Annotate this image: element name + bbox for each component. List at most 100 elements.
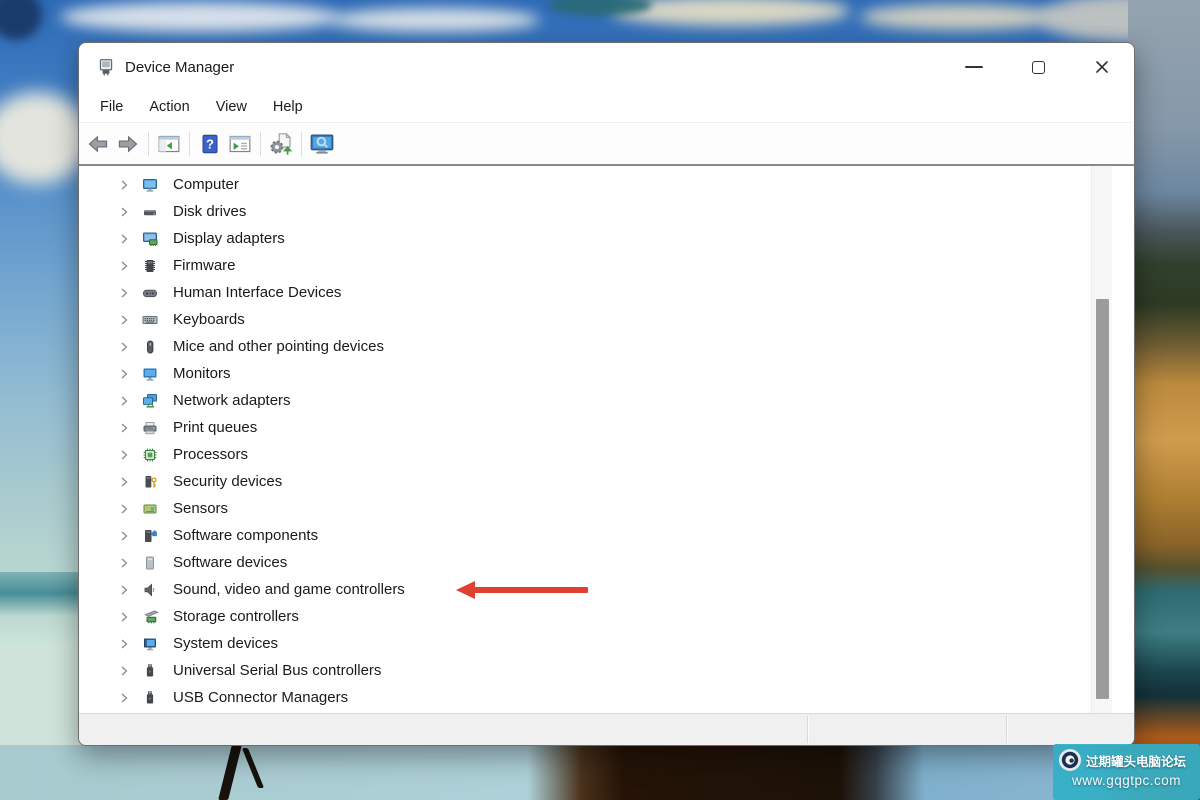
- tree-item-mice-and-other-pointing-devices[interactable]: Mice and other pointing devices: [79, 333, 1134, 360]
- sky-dark-patch: [0, 0, 42, 40]
- tree-item-label: Human Interface Devices: [173, 284, 342, 301]
- tree-item-display-adapters[interactable]: Display adapters: [79, 225, 1134, 252]
- expand-chevron-icon[interactable]: [117, 421, 131, 435]
- tree-item-software-devices[interactable]: Software devices: [79, 549, 1134, 576]
- tree-item-label: System devices: [173, 635, 279, 652]
- toolbar-scan-for-hardware-changes-button[interactable]: [266, 128, 296, 160]
- expand-chevron-icon[interactable]: [117, 610, 131, 624]
- cloud: [330, 8, 540, 32]
- close-icon: [1096, 61, 1108, 73]
- menu-bar: File Action View Help: [79, 91, 1134, 123]
- tree-item-label: USB Connector Managers: [173, 689, 349, 706]
- cloud: [860, 4, 1060, 30]
- expand-chevron-icon[interactable]: [117, 448, 131, 462]
- scan-for-hardware-changes-icon: [270, 132, 293, 155]
- device-manager-app-icon: [99, 59, 113, 76]
- tree-item-security-devices[interactable]: Security devices: [79, 468, 1134, 495]
- expand-chevron-icon[interactable]: [117, 664, 131, 678]
- window-title: Device Manager: [125, 58, 235, 76]
- maximize-button[interactable]: [1006, 43, 1070, 91]
- expand-chevron-icon[interactable]: [117, 232, 131, 246]
- processor-icon: [143, 448, 157, 461]
- watermark-title: 过期罐头电脑论坛: [1086, 754, 1187, 769]
- annotation-arrow-head: [456, 580, 475, 599]
- close-button[interactable]: [1070, 43, 1134, 91]
- expand-chevron-icon[interactable]: [117, 205, 131, 219]
- expand-chevron-icon[interactable]: [117, 340, 131, 354]
- device-manager-window: Device Manager File Action View Help ? Comp…: [78, 42, 1135, 746]
- tree-item-human-interface-devices[interactable]: Human Interface Devices: [79, 279, 1134, 306]
- expand-chevron-icon[interactable]: [117, 367, 131, 381]
- status-bar: [79, 713, 1134, 745]
- scrollbar-thumb[interactable]: [1096, 299, 1109, 699]
- status-bar-divider: [807, 716, 808, 743]
- forward-icon: [118, 135, 138, 152]
- expand-chevron-icon[interactable]: [117, 502, 131, 516]
- tree-item-universal-serial-bus-controllers[interactable]: Universal Serial Bus controllers: [79, 657, 1134, 684]
- toolbar-back-button[interactable]: [83, 128, 113, 160]
- minimize-icon: [965, 66, 983, 68]
- tree-item-software-components[interactable]: Software components: [79, 522, 1134, 549]
- tree-item-network-adapters[interactable]: Network adapters: [79, 387, 1134, 414]
- cliff: [1128, 0, 1200, 800]
- menu-item-view[interactable]: View: [203, 94, 260, 120]
- expand-chevron-icon[interactable]: [117, 529, 131, 543]
- tree-item-sensors[interactable]: Sensors: [79, 495, 1134, 522]
- tree-item-disk-drives[interactable]: Disk drives: [79, 198, 1134, 225]
- tree-item-print-queues[interactable]: Print queues: [79, 414, 1134, 441]
- tree-item-processors[interactable]: Processors: [79, 441, 1134, 468]
- tree-item-storage-controllers[interactable]: Storage controllers: [79, 603, 1134, 630]
- show-action-pane-icon: [229, 135, 251, 152]
- tree-item-label: Firmware: [173, 257, 236, 274]
- security-icon: [145, 475, 157, 487]
- toolbar-forward-button[interactable]: [113, 128, 143, 160]
- tree-item-keyboards[interactable]: Keyboards: [79, 306, 1134, 333]
- title-bar[interactable]: Device Manager: [79, 43, 1134, 91]
- toolbar-help-button[interactable]: ?: [195, 128, 225, 160]
- tree-item-system-devices[interactable]: System devices: [79, 630, 1134, 657]
- expand-chevron-icon[interactable]: [117, 394, 131, 408]
- tree-item-label: Computer: [173, 176, 239, 193]
- sensor-icon: [143, 504, 157, 513]
- tree-item-label: Universal Serial Bus controllers: [173, 662, 382, 679]
- toolbar-separator: [189, 131, 190, 156]
- expand-chevron-icon[interactable]: [117, 475, 131, 489]
- toolbar-separator: [301, 131, 302, 156]
- watermark: 过期罐头电脑论坛 www.gqgtpc.com: [1053, 744, 1200, 800]
- toolbar-show-action-pane-button[interactable]: [225, 128, 255, 160]
- minimize-button[interactable]: [942, 43, 1006, 91]
- tree-item-label: Print queues: [173, 419, 258, 436]
- tree-item-computer[interactable]: Computer: [79, 171, 1134, 198]
- expand-chevron-icon[interactable]: [117, 583, 131, 597]
- expand-chevron-icon[interactable]: [117, 556, 131, 570]
- tree-item-monitors[interactable]: Monitors: [79, 360, 1134, 387]
- tree-item-usb-connector-managers[interactable]: USB Connector Managers: [79, 684, 1134, 711]
- toolbar-show-hide-console-tree-button[interactable]: [154, 128, 184, 160]
- expand-chevron-icon[interactable]: [117, 178, 131, 192]
- help-icon: ?: [202, 134, 218, 153]
- toolbar-search-computer-button[interactable]: [307, 128, 337, 160]
- vertical-scrollbar[interactable]: [1091, 166, 1112, 713]
- tree-item-sound-video-and-game-controllers[interactable]: Sound, video and game controllers: [79, 576, 1134, 603]
- expand-chevron-icon[interactable]: [117, 286, 131, 300]
- show-hide-console-tree-icon: [158, 135, 180, 152]
- menu-item-help[interactable]: Help: [260, 94, 316, 120]
- expand-chevron-icon[interactable]: [117, 313, 131, 327]
- tree-item-label: Sound, video and game controllers: [173, 581, 405, 598]
- menu-item-action[interactable]: Action: [136, 94, 202, 120]
- device-tree-panel[interactable]: Computer Disk drives Display adapters Firmw…: [79, 164, 1134, 713]
- tree-item-label: Processors: [173, 446, 249, 463]
- cloud: [60, 2, 340, 32]
- tree-item-label: Mice and other pointing devices: [173, 338, 384, 355]
- storage-icon: [144, 609, 159, 623]
- computer-icon: [143, 178, 157, 192]
- expand-chevron-icon[interactable]: [117, 691, 131, 705]
- toolbar-separator: [260, 131, 261, 156]
- menu-item-file[interactable]: File: [87, 94, 136, 120]
- tree-item-firmware[interactable]: Firmware: [79, 252, 1134, 279]
- shoreline: [0, 745, 1200, 800]
- expand-chevron-icon[interactable]: [117, 637, 131, 651]
- expand-chevron-icon[interactable]: [117, 259, 131, 273]
- software-device-icon: [146, 556, 154, 569]
- annotation-arrow-shaft: [474, 586, 588, 593]
